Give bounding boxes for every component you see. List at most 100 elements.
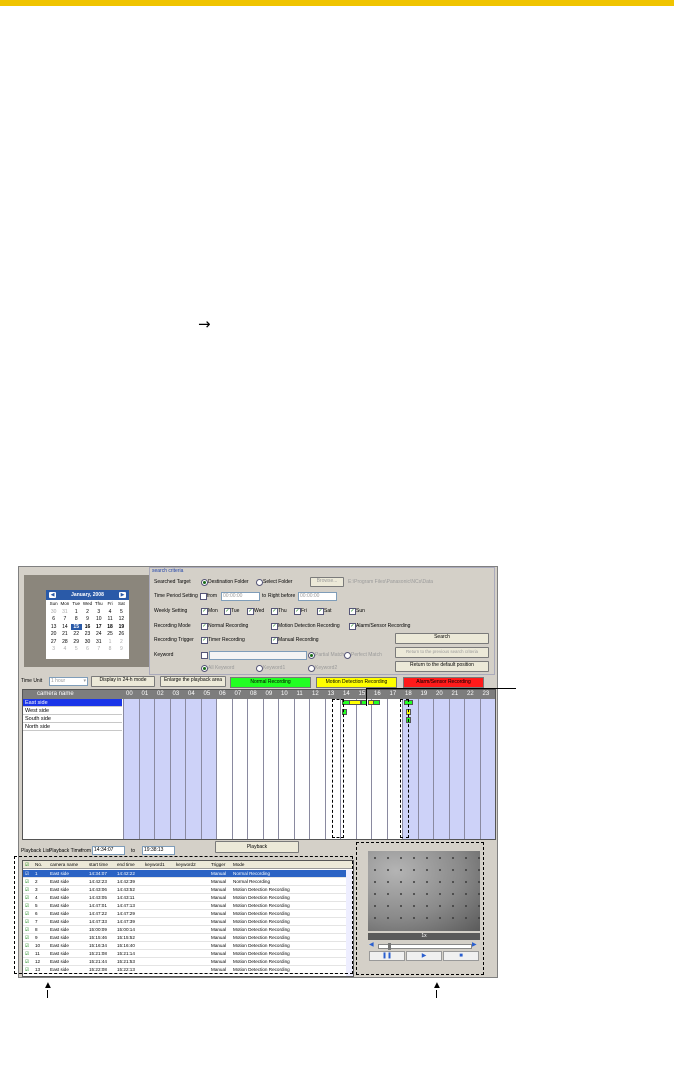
camera-row[interactable]: East side <box>23 699 122 707</box>
calendar-day[interactable]: 16 <box>82 624 93 631</box>
to-time-field[interactable]: 00:00:00 <box>298 592 337 601</box>
timer-recording-checkbox[interactable]: ✓ <box>201 637 208 644</box>
playback-from-field[interactable]: 14:34:07 <box>92 846 125 855</box>
calendar-day[interactable]: 7 <box>59 616 70 623</box>
calendar-day[interactable]: 9 <box>116 646 127 653</box>
calendar-day[interactable]: 8 <box>104 646 115 653</box>
manual-recording-checkbox[interactable]: ✓ <box>271 637 278 644</box>
hour-cell[interactable] <box>200 699 216 839</box>
calendar-day[interactable]: 30 <box>48 609 59 616</box>
hour-cell[interactable] <box>216 699 232 839</box>
destination-folder-radio[interactable] <box>201 579 208 586</box>
calendar-day[interactable]: 4 <box>104 609 115 616</box>
perfect-match-radio[interactable] <box>344 652 351 659</box>
hour-cell[interactable] <box>123 699 139 839</box>
hour-cell[interactable] <box>371 699 387 839</box>
calendar-day[interactable]: 31 <box>59 609 70 616</box>
calendar-day[interactable]: 24 <box>93 631 104 638</box>
calendar-day[interactable]: 10 <box>93 616 104 623</box>
time-unit-select[interactable]: 1 hour ▾ <box>49 677 88 686</box>
weekday-checkbox-sun[interactable]: ✓ <box>349 608 356 615</box>
calendar-day[interactable]: 19 <box>116 624 127 631</box>
chevron-left-icon[interactable]: ◀ <box>49 592 56 598</box>
alarm-sensor-checkbox[interactable]: ✓ <box>349 623 356 630</box>
weekday-checkbox-thu[interactable]: ✓ <box>271 608 278 615</box>
calendar-day[interactable]: 14 <box>59 624 70 631</box>
calendar-day[interactable]: 28 <box>59 639 70 646</box>
calendar-day[interactable]: 20 <box>48 631 59 638</box>
hour-cell[interactable] <box>293 699 309 839</box>
display-24h-button[interactable]: Display in 24-h mode <box>91 676 155 687</box>
from-time-field[interactable]: 00:00:00 <box>221 592 260 601</box>
calendar-day[interactable]: 18 <box>104 624 115 631</box>
calendar-day[interactable]: 3 <box>93 609 104 616</box>
keyword-input[interactable] <box>209 651 307 660</box>
motion-detection-checkbox[interactable]: ✓ <box>271 623 278 630</box>
calendar-day[interactable]: 5 <box>71 646 82 653</box>
calendar-day[interactable]: 1 <box>71 609 82 616</box>
normal-recording-checkbox[interactable]: ✓ <box>201 623 208 630</box>
calendar-day[interactable]: 2 <box>82 609 93 616</box>
calendar-day[interactable]: 13 <box>48 624 59 631</box>
calendar-day[interactable]: 1 <box>104 639 115 646</box>
calendar-day[interactable]: 22 <box>71 631 82 638</box>
browse-button[interactable]: Browse... <box>310 577 344 587</box>
calendar-day[interactable]: 17 <box>93 624 104 631</box>
calendar-day[interactable]: 3 <box>48 646 59 653</box>
calendar-day[interactable]: 29 <box>71 639 82 646</box>
hour-cell[interactable] <box>479 699 495 839</box>
hour-cell[interactable] <box>231 699 247 839</box>
weekday-checkbox-tue[interactable]: ✓ <box>224 608 231 615</box>
hour-cell[interactable] <box>464 699 480 839</box>
calendar-day[interactable]: 23 <box>82 631 93 638</box>
search-button[interactable]: Search <box>395 633 489 644</box>
hour-cell[interactable] <box>278 699 294 839</box>
calendar-day[interactable]: 26 <box>116 631 127 638</box>
weekday-checkbox-sat[interactable]: ✓ <box>317 608 324 615</box>
weekday-checkbox-mon[interactable]: ✓ <box>201 608 208 615</box>
hour-cell[interactable] <box>417 699 433 839</box>
calendar-day[interactable]: 15 <box>70 623 82 630</box>
calendar-day[interactable]: 6 <box>82 646 93 653</box>
from-checkbox[interactable] <box>200 593 207 600</box>
hour-cell[interactable] <box>138 699 154 839</box>
calendar-day[interactable]: 31 <box>93 639 104 646</box>
keyword1-radio[interactable] <box>256 665 263 672</box>
partial-match-radio[interactable] <box>308 652 315 659</box>
hour-cell[interactable] <box>448 699 464 839</box>
calendar-day[interactable]: 4 <box>59 646 70 653</box>
keyword-checkbox[interactable] <box>201 652 208 659</box>
keyword2-radio[interactable] <box>308 665 315 672</box>
calendar-day[interactable]: 25 <box>104 631 115 638</box>
calendar-day[interactable]: 12 <box>116 616 127 623</box>
hour-cell[interactable] <box>262 699 278 839</box>
hour-cell[interactable] <box>169 699 185 839</box>
all-keyword-radio[interactable] <box>201 665 208 672</box>
camera-row[interactable]: South side <box>23 715 122 723</box>
calendar-day[interactable]: 2 <box>116 639 127 646</box>
return-default-button[interactable]: Return to the default position <box>395 661 489 672</box>
hour-cell[interactable] <box>309 699 325 839</box>
calendar-day[interactable]: 21 <box>59 631 70 638</box>
calendar-day[interactable]: 5 <box>116 609 127 616</box>
hour-cell[interactable] <box>355 699 371 839</box>
enlarge-playback-button[interactable]: Enlarge the playback area <box>160 676 226 687</box>
hour-cell[interactable] <box>154 699 170 839</box>
hour-cell[interactable] <box>433 699 449 839</box>
calendar-day[interactable]: 9 <box>82 616 93 623</box>
calendar-day[interactable]: 8 <box>71 616 82 623</box>
calendar-day[interactable]: 7 <box>93 646 104 653</box>
chevron-right-icon[interactable]: ▶ <box>119 592 126 598</box>
return-previous-button[interactable]: Return to the previous search criteria <box>395 647 489 658</box>
playback-to-field[interactable]: 19:38:13 <box>142 846 175 855</box>
hour-cell[interactable] <box>185 699 201 839</box>
calendar-day[interactable]: 27 <box>48 639 59 646</box>
calendar-day[interactable]: 6 <box>48 616 59 623</box>
weekday-checkbox-fri[interactable]: ✓ <box>294 608 301 615</box>
calendar-day[interactable]: 30 <box>82 639 93 646</box>
calendar-day[interactable]: 11 <box>104 616 115 623</box>
weekday-checkbox-wed[interactable]: ✓ <box>247 608 254 615</box>
select-folder-radio[interactable] <box>256 579 263 586</box>
hour-cell[interactable] <box>247 699 263 839</box>
camera-row[interactable]: North side <box>23 723 122 731</box>
